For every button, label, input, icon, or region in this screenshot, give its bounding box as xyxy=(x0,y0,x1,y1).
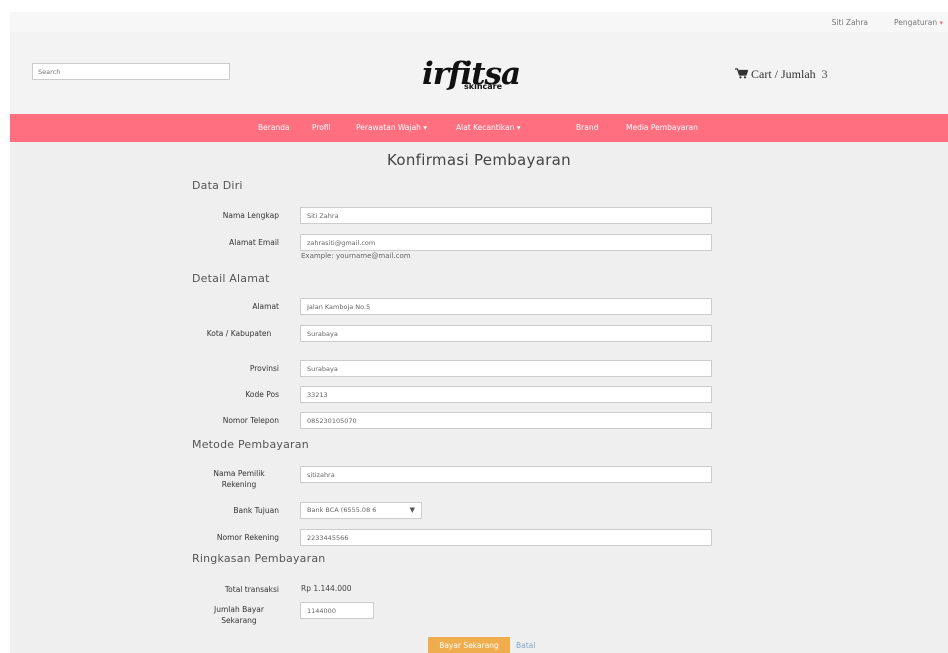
payment-confirmation-page: Konfirmasi Pembayaran Data Diri Nama Len… xyxy=(10,142,948,653)
bayar-sekarang-button[interactable]: Bayar Sekarang xyxy=(428,637,510,653)
bank-tujuan-label: Bank Tujuan xyxy=(233,506,279,515)
nomor-telepon-field[interactable] xyxy=(300,412,712,429)
nav-item-alat-kecantikan[interactable]: Alat Kecantikan ▾ xyxy=(456,123,521,132)
provinsi-field[interactable] xyxy=(300,360,712,377)
section-metode-pembayaran: Metode Pembayaran xyxy=(192,438,309,451)
nomor-telepon-label: Nomor Telepon xyxy=(222,416,279,425)
chevron-down-icon: ▼ xyxy=(409,506,415,514)
cart-icon xyxy=(735,68,749,83)
alamat-field[interactable] xyxy=(300,298,712,315)
kota-field[interactable] xyxy=(300,325,712,342)
total-transaksi-value: Rp 1.144.000 xyxy=(301,584,352,593)
nama-lengkap-label: Nama Lengkap xyxy=(222,211,279,220)
caret-down-icon: ▾ xyxy=(939,19,943,27)
bank-tujuan-value: Bank BCA (6555.08 6 xyxy=(307,506,377,514)
user-name[interactable]: Siti Zahra xyxy=(832,18,868,27)
search-input[interactable] xyxy=(32,63,230,80)
alamat-label: Alamat xyxy=(252,302,279,311)
kota-label: Kota / Kabupaten xyxy=(206,329,272,338)
alamat-email-label: Alamat Email xyxy=(229,238,279,247)
nomor-rekening-label: Nomor Rekening xyxy=(216,533,279,542)
logo-subtitle: skincare xyxy=(464,82,503,91)
section-data-diri: Data Diri xyxy=(192,179,243,192)
settings-dropdown[interactable]: Pengaturan ▾ xyxy=(894,18,943,27)
main-nav: Beranda Profil Perawatan Wajah ▾ Alat Ke… xyxy=(10,114,948,142)
cart-label: Cart / Jumlah xyxy=(751,67,816,81)
kode-pos-field[interactable] xyxy=(300,386,712,403)
nav-item-brand[interactable]: Brand xyxy=(576,123,598,132)
nav-item-profil[interactable]: Profil xyxy=(312,123,331,132)
email-help-text: Example: yourname@mail.com xyxy=(301,252,411,260)
settings-label: Pengaturan xyxy=(893,18,938,27)
page-title: Konfirmasi Pembayaran xyxy=(387,151,571,169)
total-transaksi-label: Total transaksi xyxy=(224,585,279,594)
site-header: irfitsa skincare Cart / Jumlah 3 xyxy=(10,32,948,114)
batal-link[interactable]: Batal xyxy=(516,641,535,650)
cart-link[interactable]: Cart / Jumlah 3 xyxy=(735,67,828,83)
top-bar: Siti Zahra Pengaturan ▾ xyxy=(10,12,948,32)
bank-tujuan-select[interactable]: Bank BCA (6555.08 6 ▼ xyxy=(300,502,422,519)
nama-pemilik-field[interactable] xyxy=(300,466,712,483)
section-detail-alamat: Detail Alamat xyxy=(192,272,270,285)
jumlah-bayar-field[interactable] xyxy=(300,602,374,619)
nav-item-media-pembayaran[interactable]: Media Pembayaran xyxy=(626,123,698,132)
nomor-rekening-field[interactable] xyxy=(300,529,712,546)
cart-count: 3 xyxy=(821,67,828,81)
provinsi-label: Provinsi xyxy=(249,364,279,373)
kode-pos-label: Kode Pos xyxy=(245,390,279,399)
nama-lengkap-field[interactable] xyxy=(300,207,712,224)
nama-pemilik-label: Nama Pemilik Rekening xyxy=(213,469,265,489)
jumlah-bayar-label: Jumlah Bayar Sekarang xyxy=(214,605,264,625)
section-ringkasan-pembayaran: Ringkasan Pembayaran xyxy=(192,552,326,565)
site-logo[interactable]: irfitsa skincare xyxy=(410,52,560,104)
nav-item-perawatan-wajah[interactable]: Perawatan Wajah ▾ xyxy=(356,123,427,132)
nav-item-beranda[interactable]: Beranda xyxy=(258,123,290,132)
alamat-email-field[interactable] xyxy=(300,234,712,251)
